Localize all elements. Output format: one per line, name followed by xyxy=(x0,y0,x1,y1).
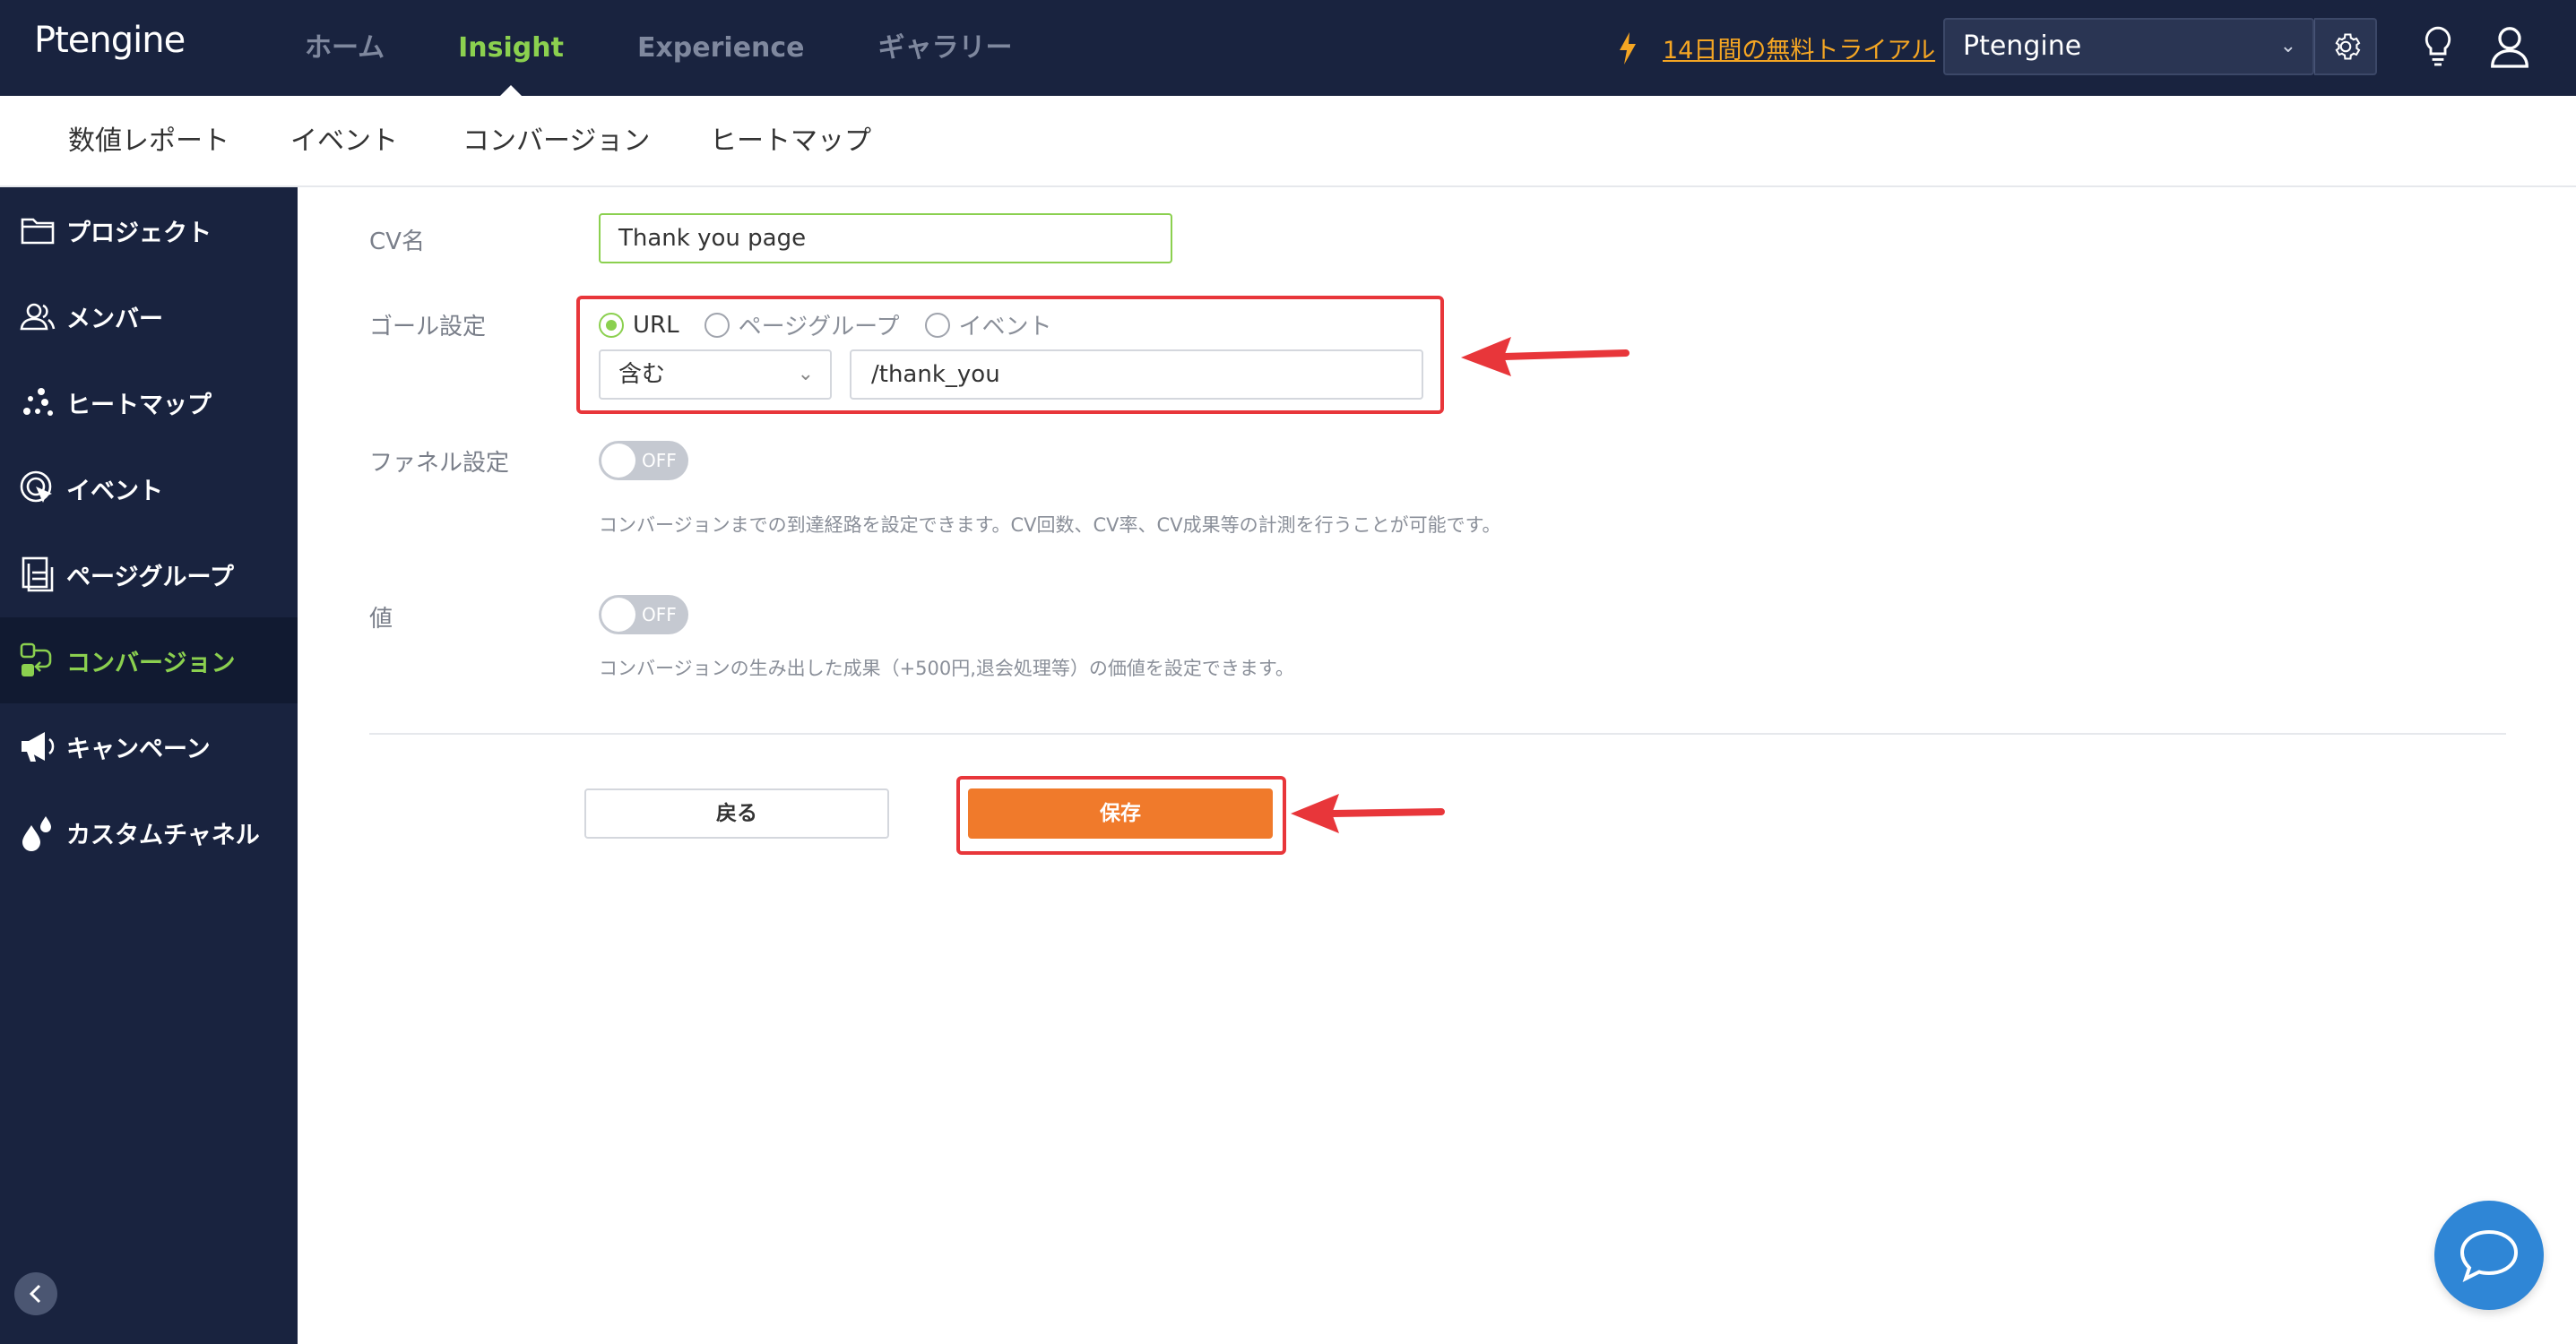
subnav-event[interactable]: イベント xyxy=(290,96,398,187)
radio-event[interactable] xyxy=(924,312,950,338)
sidebar: プロジェクト メンバー ヒートマップ イベント ページグループ コンバージョン xyxy=(0,187,298,1344)
conversion-icon xyxy=(18,641,57,680)
chat-bubble-icon xyxy=(2459,1229,2519,1282)
project-select[interactable]: Ptengine ⌄ xyxy=(1943,18,2314,75)
sidebar-item-label: プロジェクト xyxy=(66,219,212,247)
goal-label: ゴール設定 xyxy=(369,314,487,340)
main-nav: ホーム Insight Experience ギャラリー xyxy=(305,0,1086,96)
radio-url[interactable] xyxy=(599,312,624,338)
chevron-down-icon: ⌄ xyxy=(2279,35,2296,57)
drops-icon xyxy=(18,813,57,852)
trial-link[interactable]: 14日間の無料トライアル xyxy=(1618,30,1935,65)
value-help-text: コンバージョンの生み出した成果（+500円,退会処理等）の価値を設定できます。 xyxy=(599,658,1294,679)
sidebar-item-project[interactable]: プロジェクト xyxy=(0,187,298,273)
subnav-conversion[interactable]: コンバージョン xyxy=(462,96,650,187)
sidebar-item-custom-channel[interactable]: カスタムチャネル xyxy=(0,789,298,875)
radio-page-group-label[interactable]: ページグループ xyxy=(739,308,900,341)
folder-icon xyxy=(18,211,57,250)
sidebar-item-campaign[interactable]: キャンペーン xyxy=(0,703,298,789)
goal-type-radio-group: URL ページグループ イベント xyxy=(599,308,1077,341)
sidebar-item-label: イベント xyxy=(66,477,163,505)
cv-name-label: CV名 xyxy=(369,228,425,255)
sidebar-collapse-button[interactable] xyxy=(14,1272,57,1315)
page-group-icon xyxy=(18,555,57,594)
sub-nav: 数値レポート イベント コンバージョン ヒートマップ xyxy=(0,96,2576,187)
sidebar-item-page-group[interactable]: ページグループ xyxy=(0,531,298,617)
top-bar: Ptengine ホーム Insight Experience ギャラリー 14… xyxy=(0,0,2576,96)
sidebar-item-label: カスタムチャネル xyxy=(66,821,260,849)
sidebar-item-event[interactable]: イベント xyxy=(0,445,298,531)
cv-name-input[interactable]: Thank you page xyxy=(599,213,1172,263)
nav-experience[interactable]: Experience xyxy=(637,0,805,96)
back-button[interactable]: 戻る xyxy=(584,788,889,839)
funnel-toggle[interactable]: OFF xyxy=(599,441,688,480)
project-select-value: Ptengine xyxy=(1963,30,2082,62)
radio-event-label[interactable]: イベント xyxy=(959,308,1052,341)
divider xyxy=(369,733,2506,735)
nav-home[interactable]: ホーム xyxy=(305,0,385,96)
logo[interactable]: Ptengine xyxy=(34,20,186,61)
nav-insight[interactable]: Insight xyxy=(458,0,564,96)
arrow-annotation-save xyxy=(1291,794,1445,833)
url-input[interactable]: /thank_you xyxy=(850,349,1423,400)
toggle-knob xyxy=(601,444,635,478)
radio-page-group[interactable] xyxy=(704,312,730,338)
bolt-icon xyxy=(1620,31,1636,65)
members-icon xyxy=(18,297,57,336)
trial-link-label: 14日間の無料トライアル xyxy=(1663,37,1936,65)
lightbulb-icon[interactable] xyxy=(2420,25,2456,68)
settings-button[interactable] xyxy=(2314,18,2377,75)
arrow-annotation-goal xyxy=(1461,337,1629,376)
user-icon[interactable] xyxy=(2490,25,2529,68)
value-label: 値 xyxy=(369,606,393,633)
chevron-left-icon xyxy=(29,1284,41,1304)
sidebar-item-heatmap[interactable]: ヒートマップ xyxy=(0,359,298,445)
subnav-heatmap[interactable]: ヒートマップ xyxy=(710,96,871,187)
chat-button[interactable] xyxy=(2434,1201,2544,1310)
gear-icon xyxy=(2334,33,2360,60)
match-type-value: 含む xyxy=(618,361,666,388)
sidebar-item-label: キャンペーン xyxy=(66,735,211,763)
nav-gallery[interactable]: ギャラリー xyxy=(878,0,1013,96)
value-toggle-label: OFF xyxy=(642,604,677,625)
sidebar-item-label: ヒートマップ xyxy=(66,391,212,419)
funnel-toggle-label: OFF xyxy=(642,450,677,471)
sidebar-item-label: ページグループ xyxy=(66,563,234,591)
save-button[interactable]: 保存 xyxy=(968,788,1273,839)
chevron-down-icon: ⌄ xyxy=(797,363,814,385)
sidebar-item-members[interactable]: メンバー xyxy=(0,273,298,359)
radio-url-label[interactable]: URL xyxy=(633,312,679,339)
match-type-select[interactable]: 含む ⌄ xyxy=(599,349,832,400)
sidebar-item-conversion[interactable]: コンバージョン xyxy=(0,617,298,703)
megaphone-icon xyxy=(18,727,57,766)
value-toggle[interactable]: OFF xyxy=(599,595,688,634)
funnel-help-text: コンバージョンまでの到達経路を設定できます。CV回数、CV率、CV成果等の計測を… xyxy=(599,514,1501,536)
funnel-label: ファネル設定 xyxy=(369,450,510,477)
toggle-knob xyxy=(601,598,635,632)
subnav-numeric-report[interactable]: 数値レポート xyxy=(68,96,229,187)
heatmap-icon xyxy=(18,383,57,422)
sidebar-item-label: コンバージョン xyxy=(66,649,236,677)
sidebar-item-label: メンバー xyxy=(66,305,163,333)
event-icon xyxy=(18,469,57,508)
